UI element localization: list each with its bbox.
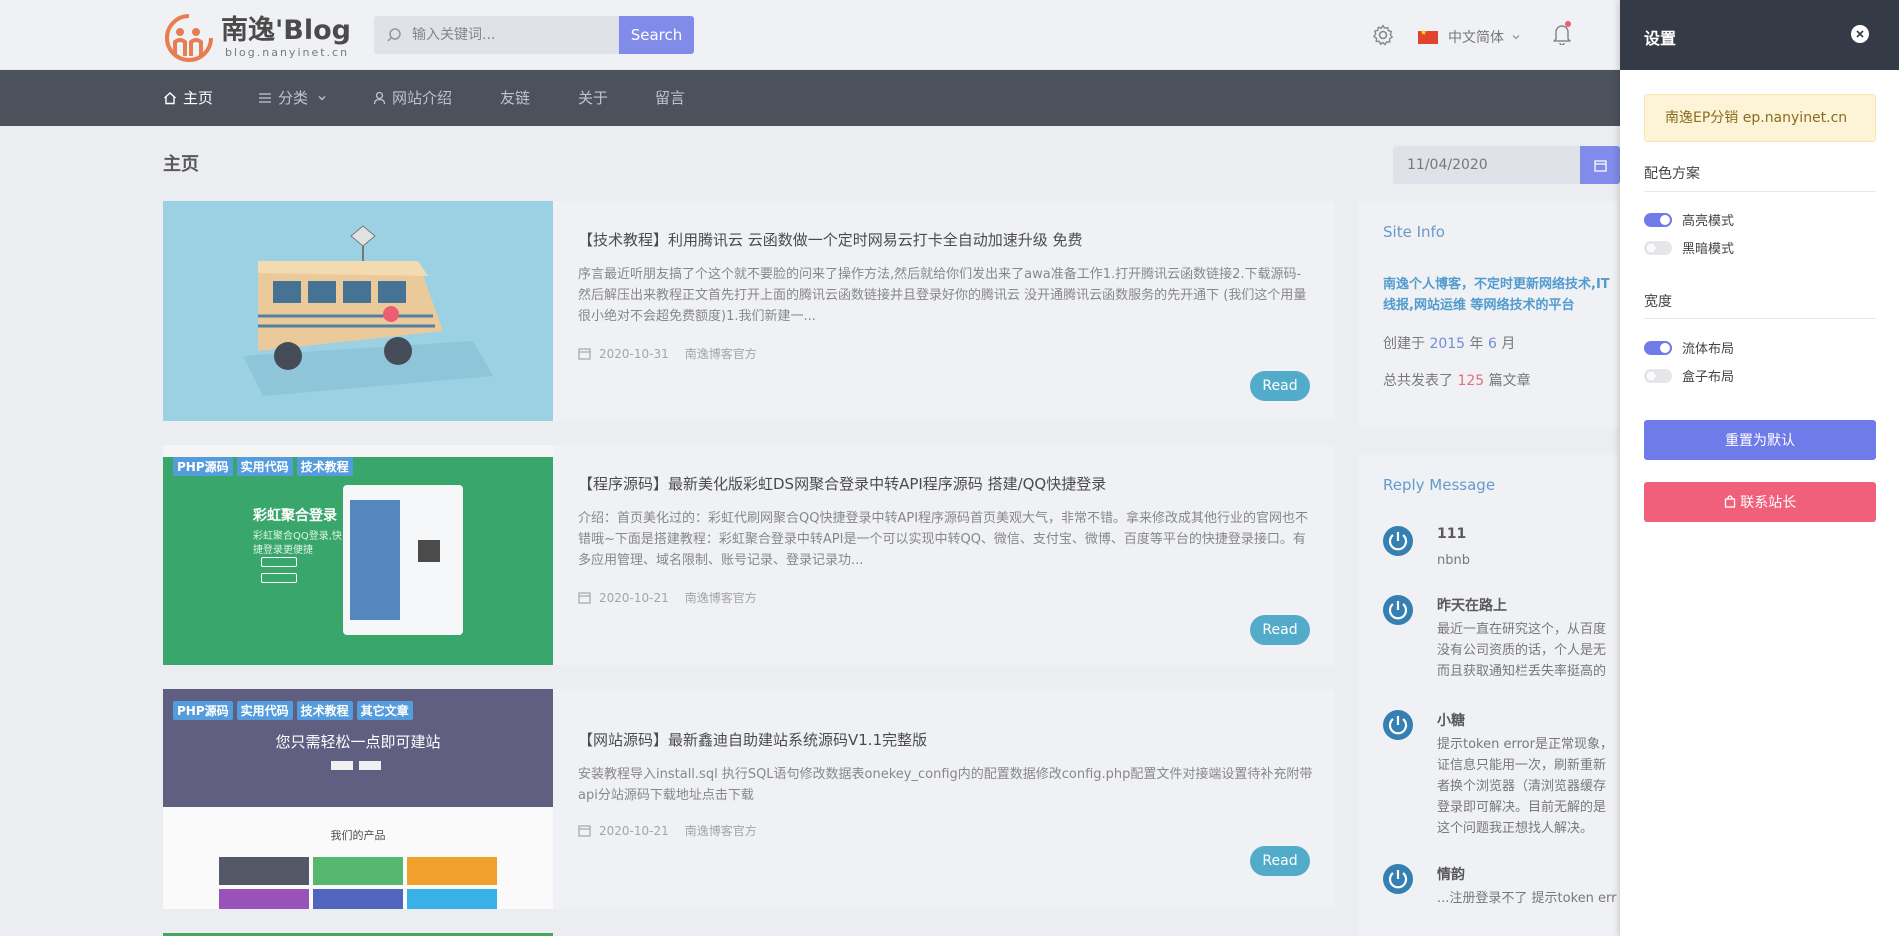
shopping-bag-icon <box>1724 495 1735 508</box>
width-title: 宽度 <box>1644 294 1672 310</box>
option-label: 流体布局 <box>1682 342 1735 357</box>
toggle-switch[interactable] <box>1644 340 1672 355</box>
settings-backdrop[interactable] <box>0 0 1620 936</box>
option-boxed-layout[interactable]: 盒子布局 <box>1644 366 1734 385</box>
divider <box>1644 318 1876 319</box>
toggle-switch[interactable] <box>1644 368 1672 383</box>
promo-notice[interactable]: 南逸EP分销 ep.nanyinet.cn <box>1644 94 1876 142</box>
settings-title: 设置 <box>1644 29 1677 48</box>
settings-header: 设置 <box>1620 0 1899 70</box>
toggle-switch[interactable] <box>1644 212 1672 227</box>
option-fluid-layout[interactable]: 流体布局 <box>1644 338 1734 357</box>
close-icon <box>1856 30 1864 38</box>
option-label: 高亮模式 <box>1682 214 1735 229</box>
settings-panel: 设置 南逸EP分销 ep.nanyinet.cn 配色方案 高亮模式 黑暗模式 … <box>1620 0 1899 936</box>
contact-admin-button[interactable]: 联系站长 <box>1644 482 1876 522</box>
close-button[interactable] <box>1851 25 1869 43</box>
divider <box>1644 191 1876 192</box>
option-dark-mode[interactable]: 黑暗模式 <box>1644 238 1734 257</box>
reset-default-button[interactable]: 重置为默认 <box>1644 420 1876 460</box>
option-label: 黑暗模式 <box>1682 242 1735 257</box>
option-light-mode[interactable]: 高亮模式 <box>1644 210 1734 229</box>
color-scheme-title: 配色方案 <box>1644 166 1700 182</box>
contact-label: 联系站长 <box>1740 495 1797 511</box>
toggle-switch[interactable] <box>1644 240 1672 255</box>
option-label: 盒子布局 <box>1682 370 1735 385</box>
